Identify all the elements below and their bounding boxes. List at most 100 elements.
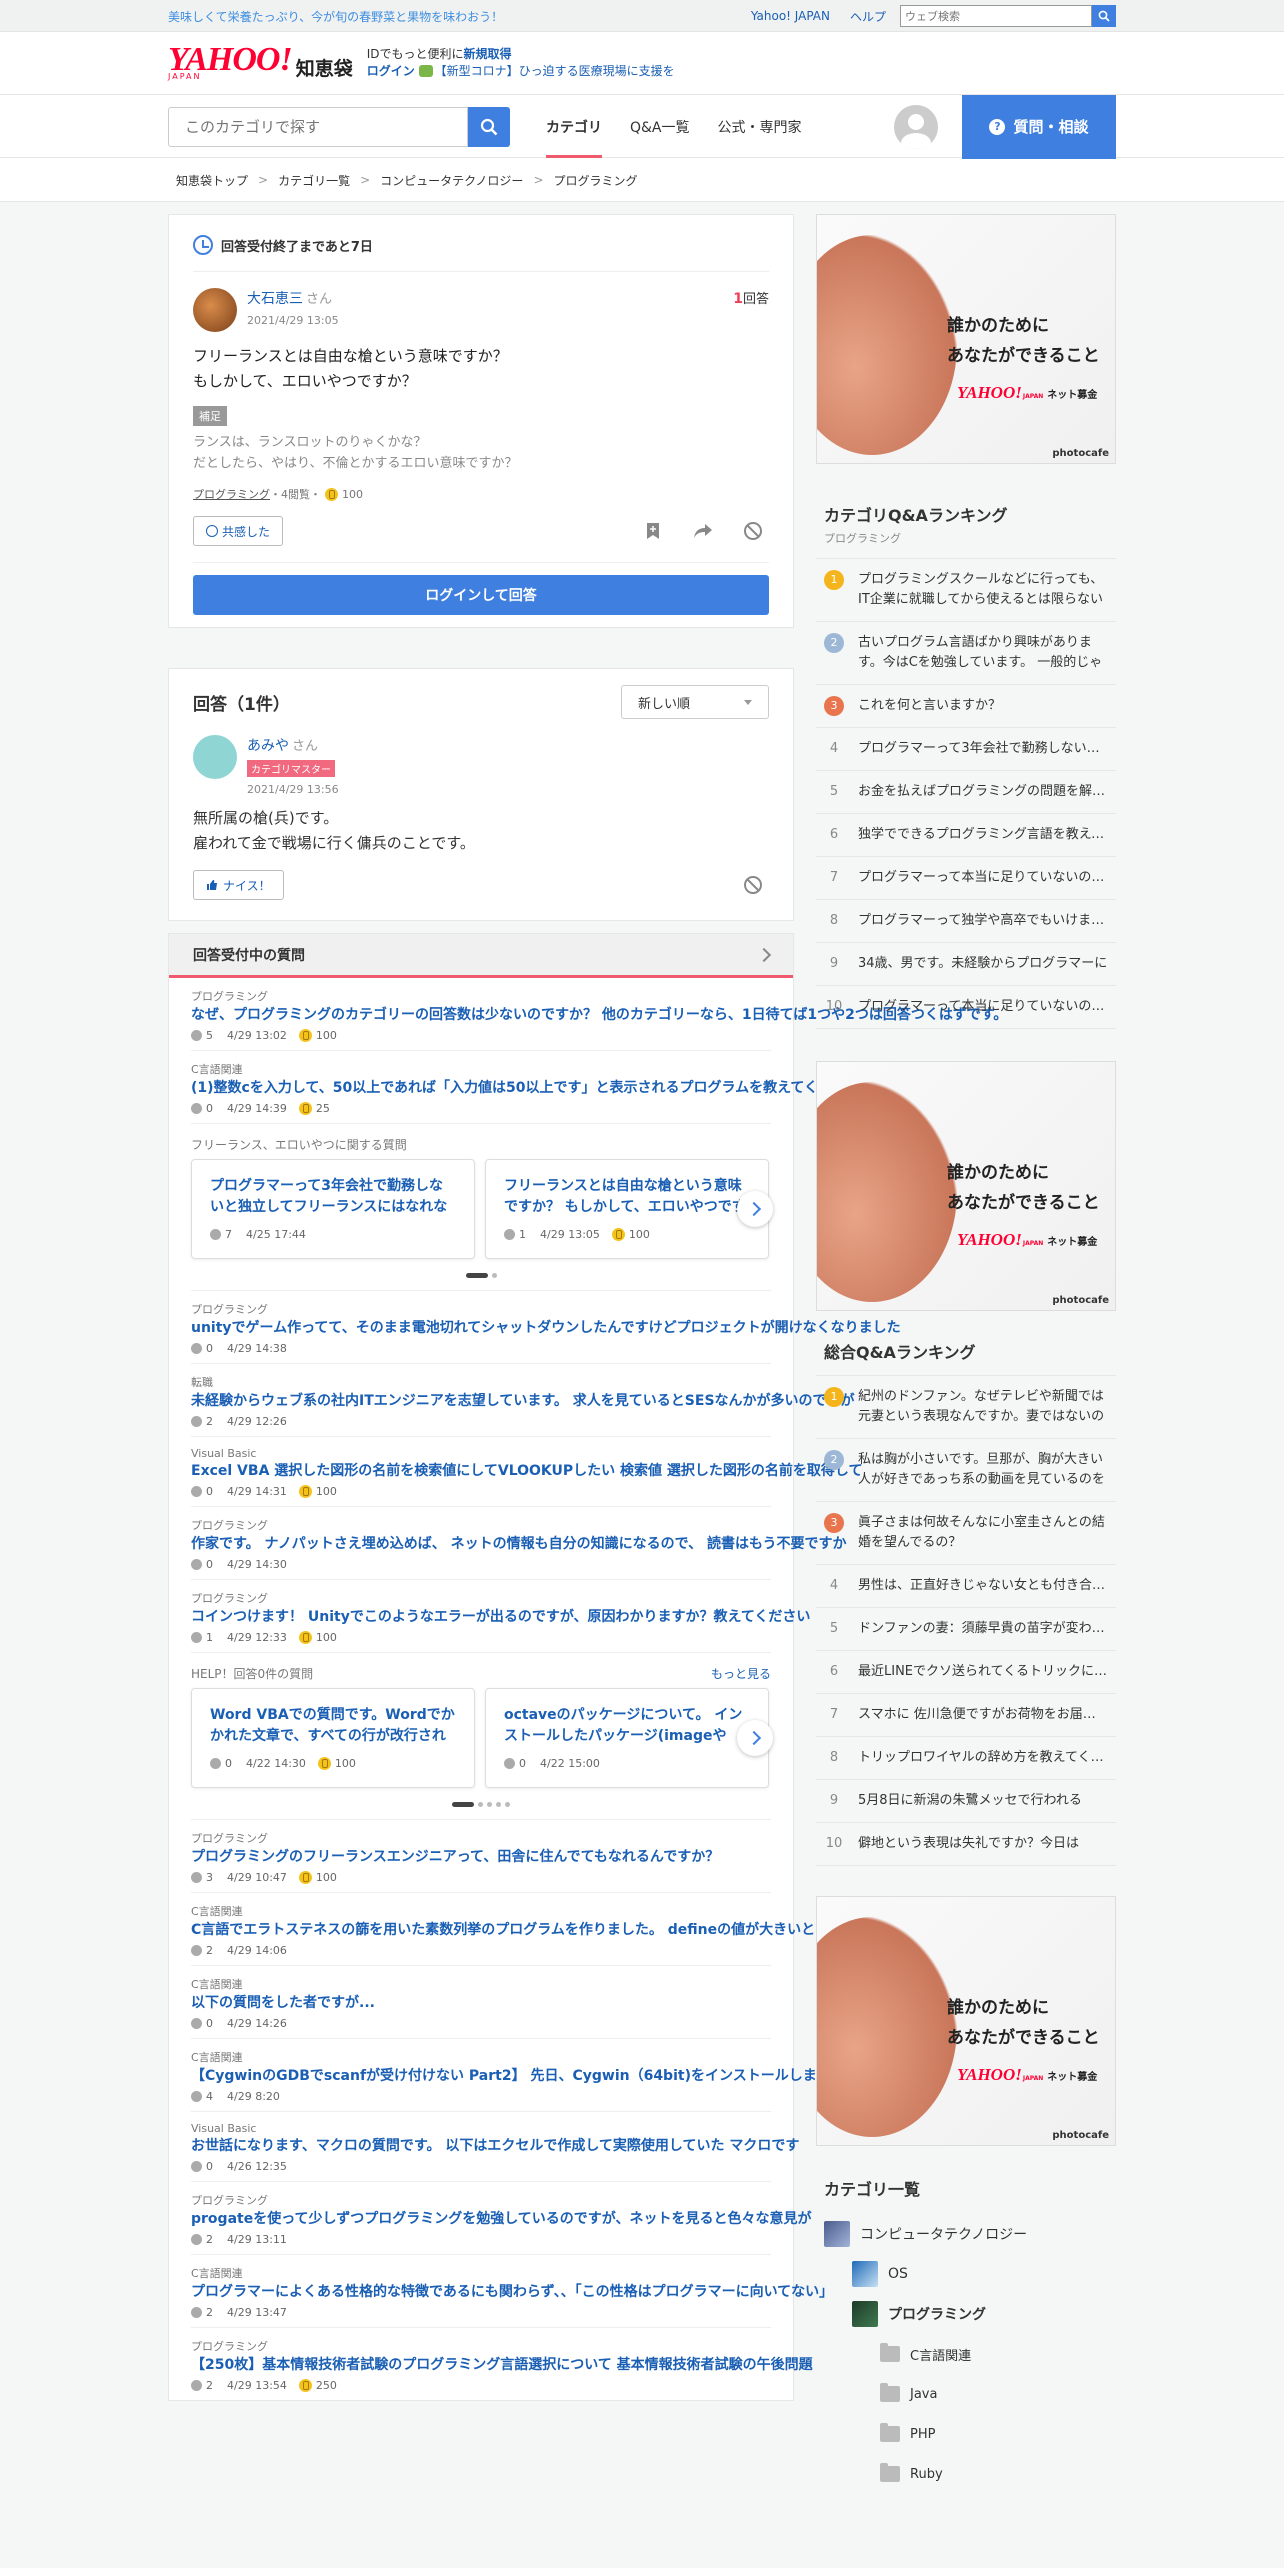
question-link[interactable]: (1)整数cを入力して、50以上であれば「入力値は50以上です」と表示されるプロ…	[191, 1080, 860, 1096]
ranking-item[interactable]: 7 スマホに 佐川急便ですがお荷物をお届けに	[816, 1694, 1116, 1737]
ranking-item[interactable]: 6 最近LINEでクソ送られてくるトリックについて	[816, 1651, 1116, 1694]
category-search-input[interactable]	[168, 106, 468, 147]
question-link[interactable]: お世話になります、マクロの質問です。 以下はエクセルで作成して実際使用していた …	[191, 2138, 799, 2154]
promo-message[interactable]: 美味しくて栄養たっぷり、今が旬の春野菜と果物を味わおう！	[168, 8, 731, 25]
ranking-item[interactable]: 4 男性は、正直好きじゃない女とも付き合えるのですか	[816, 1565, 1116, 1608]
tab-qa-list[interactable]: Q&A一覧	[616, 95, 704, 158]
ranking-item[interactable]: 2 古いプログラム言語ばかり興味があります。今はCを勉強しています。 一般的じゃな…	[816, 622, 1116, 685]
ad-banner[interactable]: 誰かのために あなたができること YAHOO!JAPAN ネット募金 photoca…	[816, 214, 1116, 464]
covid-support-link[interactable]: 【新型コロナ】ひっ迫する医療現場に支援を	[435, 64, 675, 78]
answerer-name[interactable]: あみや	[247, 738, 289, 754]
category-programming[interactable]: プログラミング	[816, 2294, 1116, 2334]
ranking-item[interactable]: 10 僻地という表現は失礼ですか？今日は	[816, 1823, 1116, 1866]
empathy-button[interactable]: 共感した	[193, 516, 284, 546]
category-os[interactable]: OS	[816, 2254, 1116, 2294]
carousel-card[interactable]: フリーランスとは自由な槍という意味ですか？ もしかして、エロいやつですか？ 1 4/…	[485, 1159, 769, 1259]
list-item: プログラミング 作家です。 ナノパットさえ埋め込めば、 ネットの情報も自分の知識に…	[191, 1507, 847, 1580]
ad-banner[interactable]: 誰かのために あなたができること YAHOO!JAPAN ネット募金 photoca…	[816, 1061, 1116, 1311]
carousel-dot[interactable]	[452, 1802, 474, 1807]
carousel-dot[interactable]	[478, 1802, 483, 1807]
ranking-item[interactable]: 6 独学でできるプログラミング言語を教えてください	[816, 814, 1116, 857]
question-link[interactable]: プログラミングのフリーランスエンジニアって、田舎に住んでてもなれるんですか？	[191, 1849, 719, 1865]
bookmark-icon[interactable]	[643, 521, 663, 541]
question-link[interactable]: unityでゲーム作ってて、そのまま電池切れてシャットダウンしたんですけどプロジ…	[191, 1320, 901, 1336]
open-questions-header[interactable]: 回答受付中の質問	[169, 934, 793, 978]
answerer-avatar[interactable]	[193, 735, 237, 779]
question-link[interactable]: C言語でエラトステネスの篩を用いた素数列挙のプログラムを作りました。 defin…	[191, 1922, 815, 1938]
carousel-dot[interactable]	[505, 1802, 510, 1807]
breadcrumb-top[interactable]: 知恵袋トップ	[176, 172, 248, 189]
question-link[interactable]: Excel VBA 選択した図形の名前を検索値にしてVLOOKUPしたい 検索値…	[191, 1463, 862, 1479]
question-category[interactable]: プログラミング	[193, 486, 270, 502]
ranking-item[interactable]: 8 プログラマーって独学や高卒でもいけますか	[816, 900, 1116, 943]
carousel-dot[interactable]	[496, 1802, 501, 1807]
category-search-button[interactable]	[468, 106, 510, 147]
login-to-answer-button[interactable]: ログインして回答	[193, 575, 769, 615]
carousel-next-button[interactable]	[737, 1191, 773, 1227]
web-search-input[interactable]	[900, 5, 1092, 27]
ranking-item[interactable]: 3 眞子さまは何故そんなに小室圭さんとの結婚を望んでるの？	[816, 1502, 1116, 1565]
question-link[interactable]: 未経験からウェブ系の社内ITエンジニアを志望しています。 求人を見ているとSES…	[191, 1393, 855, 1409]
ranking-question: 私は胸が小さいです。旦那が、胸が大きい人が好きであっち系の動画を見ているのを知り…	[858, 1452, 1105, 1487]
carousel-card[interactable]: Word VBAでの質問です。Wordでかかれた文章で、すべての行が改行されてい…	[191, 1688, 475, 1788]
question-link[interactable]: 作家です。 ナノパットさえ埋め込めば、 ネットの情報も自分の知識になるので、 読…	[191, 1536, 847, 1552]
question-link[interactable]: progateを使って少しずつプログラミングを勉強しているのですが、ネットを見る…	[191, 2211, 812, 2227]
chiebukuro-logo[interactable]: YAHOO! JAPAN 知恵袋	[168, 43, 353, 82]
question-link[interactable]: 以下の質問をした者ですが...	[191, 1995, 375, 2011]
register-link[interactable]: 新規取得	[464, 47, 512, 61]
login-link[interactable]: ログイン	[367, 64, 415, 78]
question-link[interactable]: コインつけます！ Unityでこのようなエラーが出るのですが、原因わかりますか？…	[191, 1609, 810, 1625]
report-icon[interactable]	[743, 521, 763, 541]
ranking-item[interactable]: 5 お金を払えばプログラミングの問題を解いてもらえるサイト	[816, 771, 1116, 814]
report-icon[interactable]	[743, 875, 763, 895]
smile-icon	[206, 525, 218, 537]
author-avatar[interactable]	[193, 288, 237, 332]
category-php[interactable]: PHP	[816, 2414, 1116, 2454]
chevron-right-icon	[756, 947, 772, 962]
ad-banner[interactable]: 誰かのために あなたができること YAHOO!JAPAN ネット募金 photoca…	[816, 1896, 1116, 2146]
yahoo-japan-link[interactable]: Yahoo! JAPAN	[751, 9, 830, 23]
tab-official[interactable]: 公式・専門家	[704, 95, 816, 158]
carousel-dot[interactable]	[487, 1802, 492, 1807]
question-link[interactable]: 【CygwinのGDBでscanfが受け付けない Part2】 先日、Cygwi…	[191, 2068, 845, 2084]
answer-count-icon	[191, 1486, 202, 1497]
help-link[interactable]: ヘルプ	[850, 8, 886, 25]
ranking-item[interactable]: 9 34歳、男です。未経験からプログラマーに	[816, 943, 1116, 986]
tab-category[interactable]: カテゴリ	[532, 95, 616, 158]
breadcrumb-categories[interactable]: カテゴリ一覧	[278, 172, 350, 189]
ranking-item[interactable]: 1 プログラミングスクールなどに行っても、IT企業に就職してから使えるとは限らない…	[816, 559, 1116, 622]
ad-copy-line: あなたができること	[947, 2028, 1100, 2048]
nice-button[interactable]: ナイス！	[193, 870, 284, 900]
ranking-item[interactable]: 2 私は胸が小さいです。旦那が、胸が大きい人が好きであっち系の動画を見ているのを知…	[816, 1439, 1116, 1502]
question-link[interactable]: プログラマーによくある性格的な特徴であるにも関わらず、、「この性格はプログラマー…	[191, 2284, 833, 2300]
category-java[interactable]: Java	[816, 2374, 1116, 2414]
ranking-item[interactable]: 4 プログラマーって3年会社で勤務しないと独立できないのでしょうか	[816, 728, 1116, 771]
breadcrumb-programming[interactable]: プログラミング	[554, 172, 638, 189]
web-search-button[interactable]	[1092, 5, 1116, 27]
ranking-item[interactable]: 9 5月8日に新潟の朱鷺メッセで行われる	[816, 1780, 1116, 1823]
carousel-next-button[interactable]	[737, 1720, 773, 1756]
ranking-question: 34歳、男です。未経験からプログラマーに	[858, 956, 1108, 971]
category-c[interactable]: C言語関連	[816, 2334, 1116, 2374]
ranking-item[interactable]: 7 プログラマーって本当に足りていないのですか	[816, 857, 1116, 900]
carousel-card[interactable]: octaveのパッケージについて。 インストールしたパッケージ(imageやna…	[485, 1688, 769, 1788]
ranking-item[interactable]: 3 これを何と言いますか？	[816, 685, 1116, 728]
question-link[interactable]: 【250枚】基本情報技術者試験のプログラミング言語選択について 基本情報技術者試…	[191, 2357, 813, 2373]
see-more-link[interactable]: もっと見る	[711, 1665, 771, 1682]
coin-icon	[298, 2379, 312, 2392]
carousel-dot[interactable]	[491, 1273, 497, 1278]
ranking-item[interactable]: 10 プログラマーって本当に足りていないのですか	[816, 986, 1116, 1029]
carousel-card[interactable]: プログラマーって3年会社で勤務しないと独立してフリーランスにはなれないのでしょう…	[191, 1159, 475, 1259]
sort-select[interactable]: 新しい順	[621, 685, 769, 719]
category-ruby[interactable]: Ruby	[816, 2454, 1116, 2494]
category-computer[interactable]: コンピュータテクノロジー	[816, 2214, 1116, 2254]
breadcrumb-computer[interactable]: コンピュータテクノロジー	[380, 172, 523, 189]
author-name[interactable]: 大石恵三	[247, 291, 303, 307]
carousel-dot[interactable]	[465, 1273, 488, 1278]
ranking-item[interactable]: 1 紀州のドンファン。なぜテレビや新聞では元妻という表現なんですか。妻ではないので…	[816, 1376, 1116, 1439]
ask-button[interactable]: ? 質問・相談	[962, 94, 1116, 159]
ranking-item[interactable]: 8 トリップロワイヤルの辞め方を教えてください	[816, 1737, 1116, 1780]
user-avatar[interactable]	[894, 104, 938, 149]
share-icon[interactable]	[693, 521, 713, 541]
ranking-item[interactable]: 5 ドンファンの妻：須藤早貴の苗字が変わらないのはなぜ	[816, 1608, 1116, 1651]
